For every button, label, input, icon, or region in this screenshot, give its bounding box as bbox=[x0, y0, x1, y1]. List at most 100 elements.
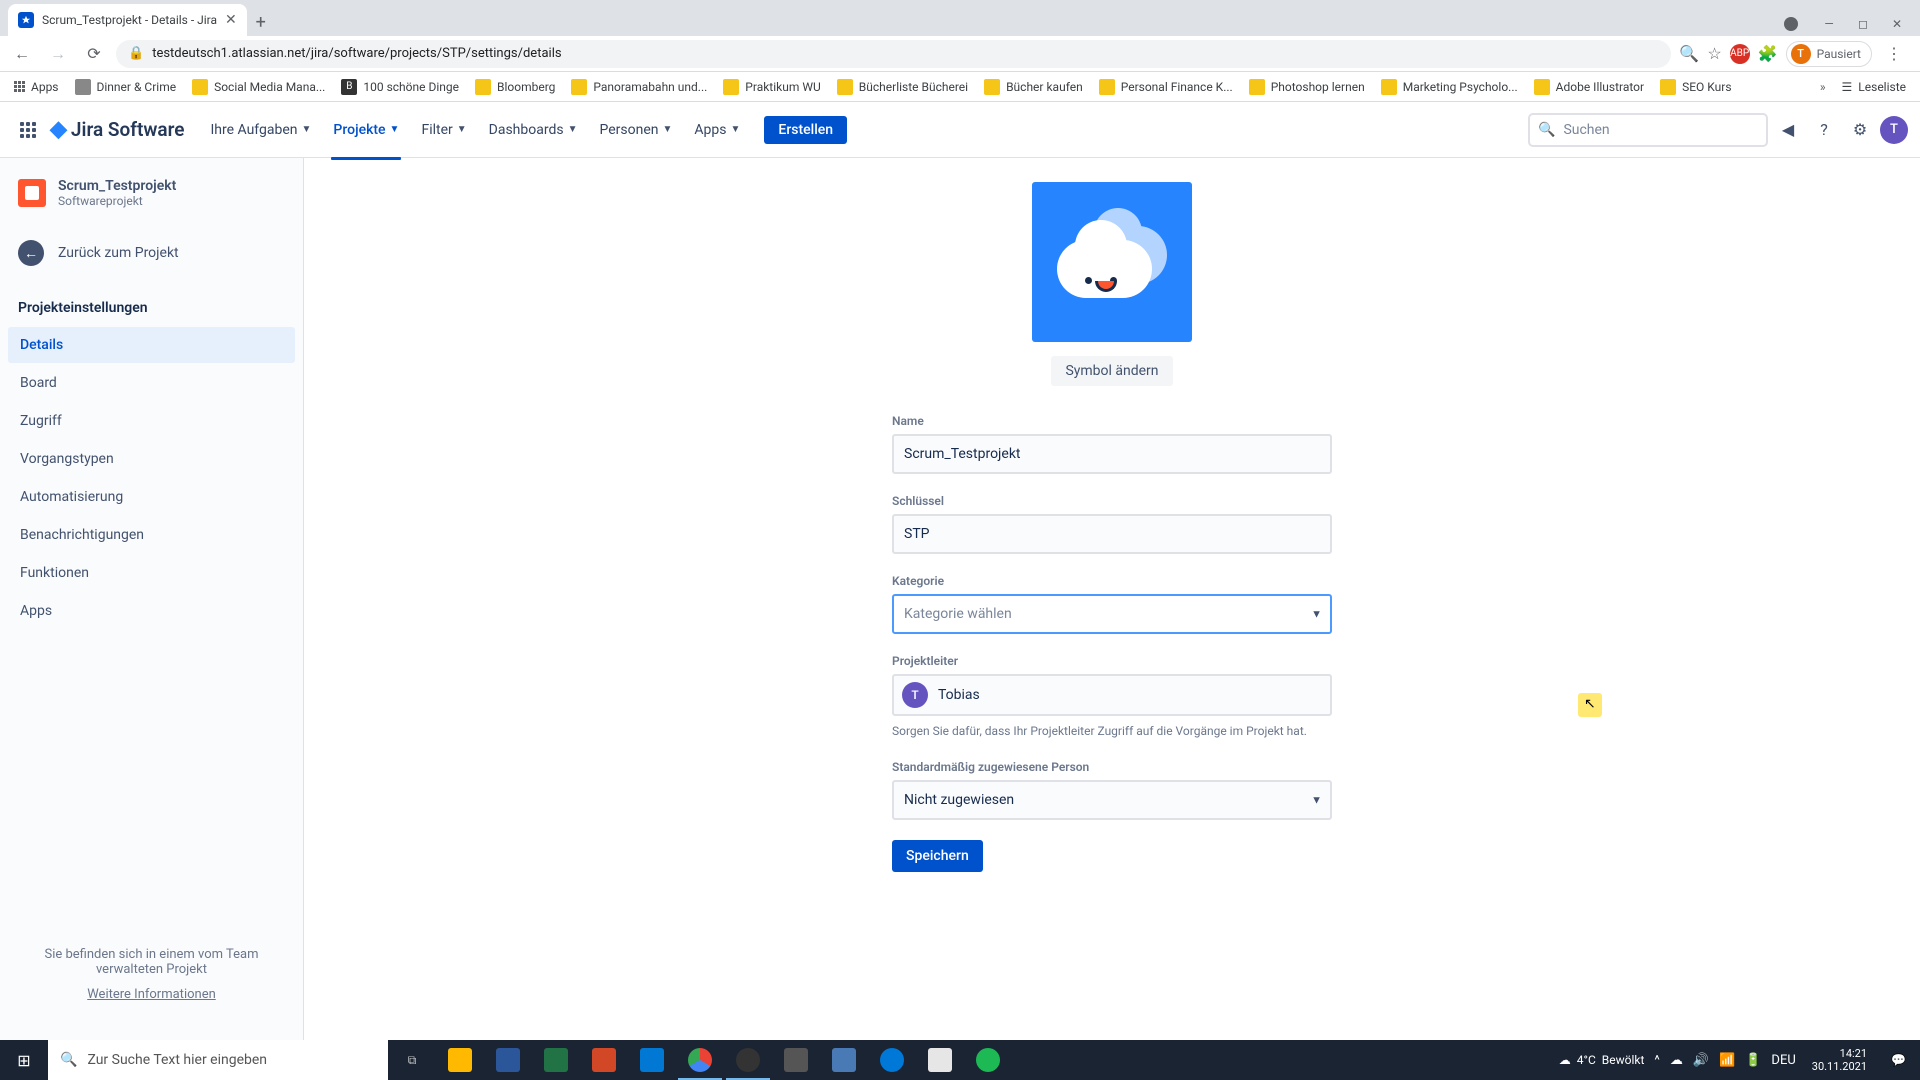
sidebar-item-details[interactable]: Details bbox=[8, 327, 295, 363]
browser-tab[interactable]: Scrum_Testprojekt - Details - Jira ✕ bbox=[8, 4, 247, 36]
profile-chip[interactable]: T Pausiert bbox=[1786, 41, 1872, 67]
project-header[interactable]: Scrum_Testprojekt Softwareprojekt bbox=[8, 178, 295, 226]
bookmark-item[interactable]: Bücherliste Bücherei bbox=[831, 75, 974, 99]
bookmark-item[interactable]: Dinner & Crime bbox=[69, 75, 183, 99]
sidebar-item-board[interactable]: Board bbox=[8, 365, 295, 401]
taskbar-clock[interactable]: 14:21 30.11.2021 bbox=[1806, 1047, 1873, 1073]
taskbar-app-generic[interactable] bbox=[772, 1040, 820, 1080]
name-input[interactable] bbox=[892, 434, 1332, 474]
nav-your-work[interactable]: Ihre Aufgaben▼ bbox=[203, 116, 320, 144]
weather-desc: Bewölkt bbox=[1602, 1053, 1645, 1067]
tray-battery-icon[interactable]: 🔋 bbox=[1745, 1053, 1761, 1068]
abp-extension-icon[interactable]: ABP bbox=[1730, 44, 1750, 64]
window-minimize-button[interactable]: — bbox=[1814, 12, 1844, 36]
profile-indicator-icon[interactable] bbox=[1784, 17, 1798, 31]
bookmark-item[interactable]: Panoramabahn und... bbox=[565, 75, 713, 99]
tray-chevron-icon[interactable]: ^ bbox=[1654, 1053, 1659, 1068]
sidebar-footer-text: Sie befinden sich in einem vom Team verw… bbox=[28, 947, 275, 977]
sidebar-item-access[interactable]: Zugriff bbox=[8, 403, 295, 439]
sidebar-item-issuetypes[interactable]: Vorgangstypen bbox=[8, 441, 295, 477]
nav-dashboards[interactable]: Dashboards▼ bbox=[481, 116, 586, 144]
sidebar-item-automation[interactable]: Automatisierung bbox=[8, 479, 295, 515]
nav-filters[interactable]: Filter▼ bbox=[413, 116, 474, 144]
taskbar-search[interactable]: 🔍 Zur Suche Text hier eingeben bbox=[48, 1040, 388, 1080]
nav-back-button[interactable]: ← bbox=[8, 40, 36, 68]
bookmark-item[interactable]: SEO Kurs bbox=[1654, 75, 1737, 99]
taskbar-app-mail[interactable] bbox=[628, 1040, 676, 1080]
create-button[interactable]: Erstellen bbox=[764, 116, 847, 144]
taskbar-app-edge[interactable] bbox=[868, 1040, 916, 1080]
bookmark-overflow-icon[interactable]: » bbox=[1814, 80, 1832, 94]
jira-logo[interactable]: ◆ Jira Software bbox=[50, 117, 185, 142]
action-center-icon[interactable]: 💬 bbox=[1883, 1053, 1914, 1067]
address-bar[interactable]: 🔒 testdeutsch1.atlassian.net/jira/softwa… bbox=[116, 40, 1671, 68]
settings-icon[interactable]: ⚙ bbox=[1844, 114, 1876, 146]
notifications-icon[interactable]: ◀ bbox=[1772, 114, 1804, 146]
task-view-button[interactable]: ⧉ bbox=[388, 1040, 436, 1080]
lead-select[interactable]: T Tobias bbox=[892, 674, 1332, 716]
bookmark-star-icon[interactable]: ☆ bbox=[1707, 44, 1721, 63]
taskbar-app-chrome[interactable] bbox=[676, 1040, 724, 1080]
window-close-button[interactable]: ✕ bbox=[1882, 12, 1912, 36]
taskbar-app-spotify[interactable] bbox=[964, 1040, 1012, 1080]
nav-apps[interactable]: Apps▼ bbox=[686, 116, 748, 144]
taskbar-app-word[interactable] bbox=[484, 1040, 532, 1080]
help-icon[interactable]: ? bbox=[1808, 114, 1840, 146]
bookmark-item[interactable]: Praktikum WU bbox=[717, 75, 826, 99]
taskbar-app-notepad[interactable] bbox=[916, 1040, 964, 1080]
app-switcher-button[interactable] bbox=[12, 114, 44, 146]
user-avatar[interactable]: T bbox=[1880, 116, 1908, 144]
tray-onedrive-icon[interactable]: ☁ bbox=[1670, 1053, 1683, 1068]
sidebar-footer-link[interactable]: Weitere Informationen bbox=[28, 987, 275, 1002]
taskbar-app-generic[interactable] bbox=[820, 1040, 868, 1080]
nav-reload-button[interactable]: ⟳ bbox=[80, 40, 108, 68]
change-icon-button[interactable]: Symbol ändern bbox=[1051, 356, 1172, 386]
tab-close-icon[interactable]: ✕ bbox=[225, 12, 237, 28]
bookmark-item[interactable]: B100 schöne Dinge bbox=[335, 75, 465, 99]
tray-wifi-icon[interactable]: 📶 bbox=[1719, 1053, 1735, 1068]
profile-avatar: T bbox=[1791, 44, 1811, 64]
bookmark-item[interactable]: Adobe Illustrator bbox=[1528, 75, 1650, 99]
bookmarks-bar: Apps Dinner & Crime Social Media Mana...… bbox=[0, 72, 1920, 102]
tray-language[interactable]: DEU bbox=[1771, 1053, 1795, 1068]
sidebar-item-apps[interactable]: Apps bbox=[8, 593, 295, 629]
zoom-icon[interactable]: 🔍 bbox=[1679, 44, 1699, 63]
key-input[interactable] bbox=[892, 514, 1332, 554]
sidebar-item-notifications[interactable]: Benachrichtigungen bbox=[8, 517, 295, 553]
nav-forward-button[interactable]: → bbox=[44, 40, 72, 68]
assignee-select[interactable]: Nicht zugewiesen bbox=[892, 780, 1332, 820]
back-arrow-icon: ← bbox=[18, 240, 44, 266]
taskbar-app-obs[interactable] bbox=[724, 1040, 772, 1080]
taskbar-app-excel[interactable] bbox=[532, 1040, 580, 1080]
browser-menu-icon[interactable]: ⋮ bbox=[1880, 44, 1908, 63]
apps-shortcut[interactable]: Apps bbox=[8, 76, 65, 98]
app-switcher-icon bbox=[20, 122, 36, 138]
window-maximize-button[interactable]: ◻ bbox=[1848, 12, 1878, 36]
start-button[interactable]: ⊞ bbox=[0, 1040, 48, 1080]
taskbar-app-explorer[interactable] bbox=[436, 1040, 484, 1080]
tray-volume-icon[interactable]: 🔊 bbox=[1693, 1053, 1709, 1068]
back-to-project-link[interactable]: ← Zurück zum Projekt bbox=[8, 230, 295, 276]
search-input[interactable]: 🔍 Suchen bbox=[1528, 113, 1768, 147]
bookmark-item[interactable]: Personal Finance K... bbox=[1093, 75, 1239, 99]
bookmark-item[interactable]: Bücher kaufen bbox=[978, 75, 1089, 99]
nav-projects[interactable]: Projekte▼ bbox=[325, 116, 407, 144]
weather-widget[interactable]: ☁ 4°C Bewölkt bbox=[1559, 1053, 1645, 1067]
category-select[interactable]: Kategorie wählen bbox=[892, 594, 1332, 634]
reading-list-button[interactable]: ☰Leseliste bbox=[1836, 76, 1912, 98]
extensions-icon[interactable]: 🧩 bbox=[1758, 44, 1778, 63]
lead-help-text: Sorgen Sie dafür, dass Ihr Projektleiter… bbox=[892, 722, 1332, 740]
bookmark-item[interactable]: Photoshop lernen bbox=[1243, 75, 1371, 99]
save-button[interactable]: Speichern bbox=[892, 840, 983, 872]
sidebar-item-features[interactable]: Funktionen bbox=[8, 555, 295, 591]
new-tab-button[interactable]: + bbox=[247, 8, 275, 36]
bookmark-item[interactable]: Marketing Psycholo... bbox=[1375, 75, 1524, 99]
bookmark-item[interactable]: Bloomberg bbox=[469, 75, 561, 99]
nav-people[interactable]: Personen▼ bbox=[592, 116, 681, 144]
taskbar-app-powerpoint[interactable] bbox=[580, 1040, 628, 1080]
assignee-value: Nicht zugewiesen bbox=[904, 792, 1014, 808]
bookmark-item[interactable]: Social Media Mana... bbox=[186, 75, 331, 99]
clock-time: 14:21 bbox=[1812, 1047, 1867, 1060]
url-text: testdeutsch1.atlassian.net/jira/software… bbox=[152, 46, 561, 61]
cloud-icon bbox=[1057, 226, 1167, 298]
